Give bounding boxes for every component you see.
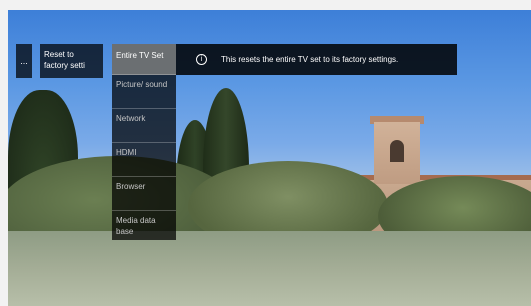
back-label: ... <box>20 56 28 66</box>
menu-item-label: Browser <box>116 182 146 191</box>
info-icon: i <box>196 54 207 65</box>
menu-item-browser[interactable]: Browser <box>112 179 176 211</box>
info-panel: i This resets the entire TV set to its f… <box>176 44 457 75</box>
bell-opening <box>390 140 404 162</box>
grass <box>8 231 531 306</box>
settings-menu: Entire TV Set Picture/ sound Network HDM… <box>112 44 176 240</box>
menu-item-label: Network <box>116 114 146 123</box>
info-text: This resets the entire TV set to its fac… <box>221 55 399 64</box>
menu-item-network[interactable]: Network <box>112 111 176 143</box>
menu-item-label: Media data base <box>116 216 156 236</box>
tv-screen: ... Reset to factory setti Entire TV Set… <box>8 10 531 306</box>
parent-menu-label: Reset to factory setti <box>44 50 85 70</box>
back-column[interactable]: ... <box>16 44 32 78</box>
parent-menu-item[interactable]: Reset to factory setti <box>40 44 103 78</box>
menu-item-label: Picture/ sound <box>116 80 168 89</box>
menu-item-media-data-base[interactable]: Media data base <box>112 213 176 240</box>
menu-item-hdmi[interactable]: HDMI <box>112 145 176 177</box>
menu-item-label: HDMI <box>116 148 137 157</box>
menu-item-entire-tv-set[interactable]: Entire TV Set <box>112 44 176 75</box>
menu-item-picture-sound[interactable]: Picture/ sound <box>112 77 176 109</box>
menu-item-label: Entire TV Set <box>116 51 164 60</box>
